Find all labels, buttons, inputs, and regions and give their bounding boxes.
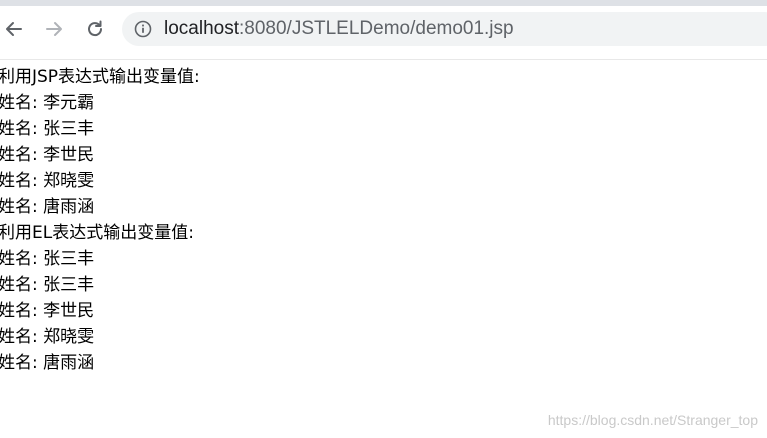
url-path: :8080/JSTLELDemo/demo01.jsp	[239, 18, 514, 39]
jsp-name-line: 姓名: 李元霸	[0, 93, 95, 113]
reload-icon	[85, 19, 105, 39]
el-name-line: 姓名: 张三丰	[0, 249, 95, 269]
url-host: localhost	[164, 18, 239, 39]
el-name-line: 姓名: 郑晓雯	[0, 327, 95, 347]
el-name-line: 姓名: 张三丰	[0, 275, 95, 295]
url-text[interactable]: localhost:8080/JSTLELDemo/demo01.jsp	[164, 18, 514, 40]
arrow-left-icon	[4, 19, 24, 39]
address-bar[interactable]: localhost:8080/JSTLELDemo/demo01.jsp	[122, 12, 767, 46]
watermark-text: https://blog.csdn.net/Stranger_top	[547, 412, 758, 428]
browser-toolbar: localhost:8080/JSTLELDemo/demo01.jsp	[0, 0, 767, 60]
jsp-name-line: 姓名: 郑晓雯	[0, 171, 95, 191]
jsp-name-line: 姓名: 张三丰	[0, 119, 95, 139]
tab-strip	[0, 0, 767, 6]
el-name-line: 姓名: 唐雨涵	[0, 353, 95, 373]
jsp-name-line: 姓名: 李世民	[0, 145, 95, 165]
back-button[interactable]	[0, 15, 28, 43]
el-name-line: 姓名: 李世民	[0, 301, 95, 321]
forward-button[interactable]	[40, 15, 68, 43]
reload-button[interactable]	[81, 15, 109, 43]
jsp-section-heading: 利用JSP表达式输出变量值:	[0, 67, 200, 87]
page-body: 利用JSP表达式输出变量值: 姓名: 李元霸 姓名: 张三丰 姓名: 李世民 姓…	[0, 64, 767, 376]
arrow-right-icon	[44, 19, 64, 39]
el-section-heading: 利用EL表达式输出变量值:	[0, 223, 194, 243]
jsp-name-line: 姓名: 唐雨涵	[0, 197, 95, 217]
info-icon[interactable]	[134, 20, 152, 38]
